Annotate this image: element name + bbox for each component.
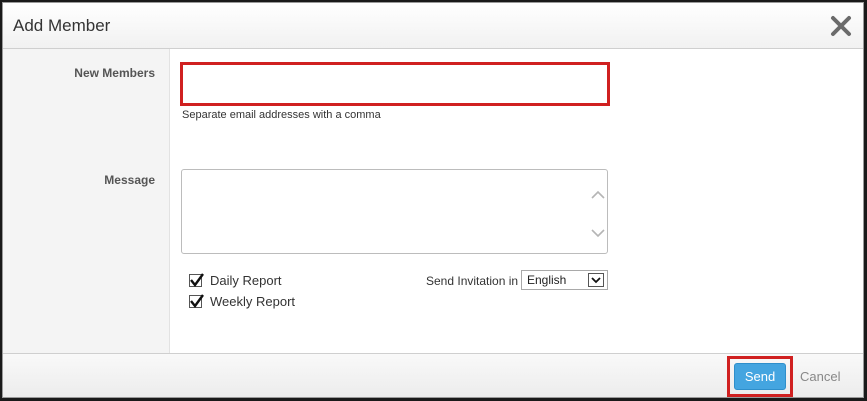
- message-textarea[interactable]: [181, 169, 608, 254]
- dialog-title: Add Member: [13, 16, 111, 35]
- send-highlight: Send: [727, 356, 793, 397]
- dialog-footer: Send Cancel: [3, 353, 863, 397]
- language-select[interactable]: English: [521, 270, 608, 290]
- language-selected-value: English: [527, 273, 567, 287]
- weekly-report-option[interactable]: Weekly Report: [189, 293, 295, 309]
- dialog-header: Add Member: [3, 3, 863, 49]
- weekly-report-checkbox[interactable]: [189, 293, 204, 308]
- weekly-report-label: Weekly Report: [210, 293, 296, 309]
- checkmark-icon: [190, 272, 204, 287]
- send-button[interactable]: Send: [734, 363, 786, 390]
- add-member-dialog: Add Member New Members Message Separate …: [2, 2, 864, 398]
- daily-report-checkbox[interactable]: [189, 272, 204, 287]
- message-label: Message: [104, 173, 155, 187]
- scroll-up-icon[interactable]: [591, 187, 605, 199]
- cancel-link[interactable]: Cancel: [800, 369, 840, 384]
- new-members-label: New Members: [74, 66, 155, 80]
- daily-report-label: Daily Report: [210, 272, 282, 288]
- new-members-input[interactable]: [180, 62, 610, 106]
- new-members-helper-text: Separate email addresses with a comma: [182, 109, 381, 121]
- send-invitation-label: Send Invitation in: [426, 274, 519, 288]
- scroll-down-icon[interactable]: [591, 225, 605, 238]
- close-icon[interactable]: [829, 14, 853, 38]
- chevron-down-icon[interactable]: [588, 273, 604, 287]
- label-column: New Members Message: [3, 49, 170, 353]
- checkmark-icon: [190, 293, 204, 308]
- daily-report-option[interactable]: Daily Report: [189, 272, 282, 288]
